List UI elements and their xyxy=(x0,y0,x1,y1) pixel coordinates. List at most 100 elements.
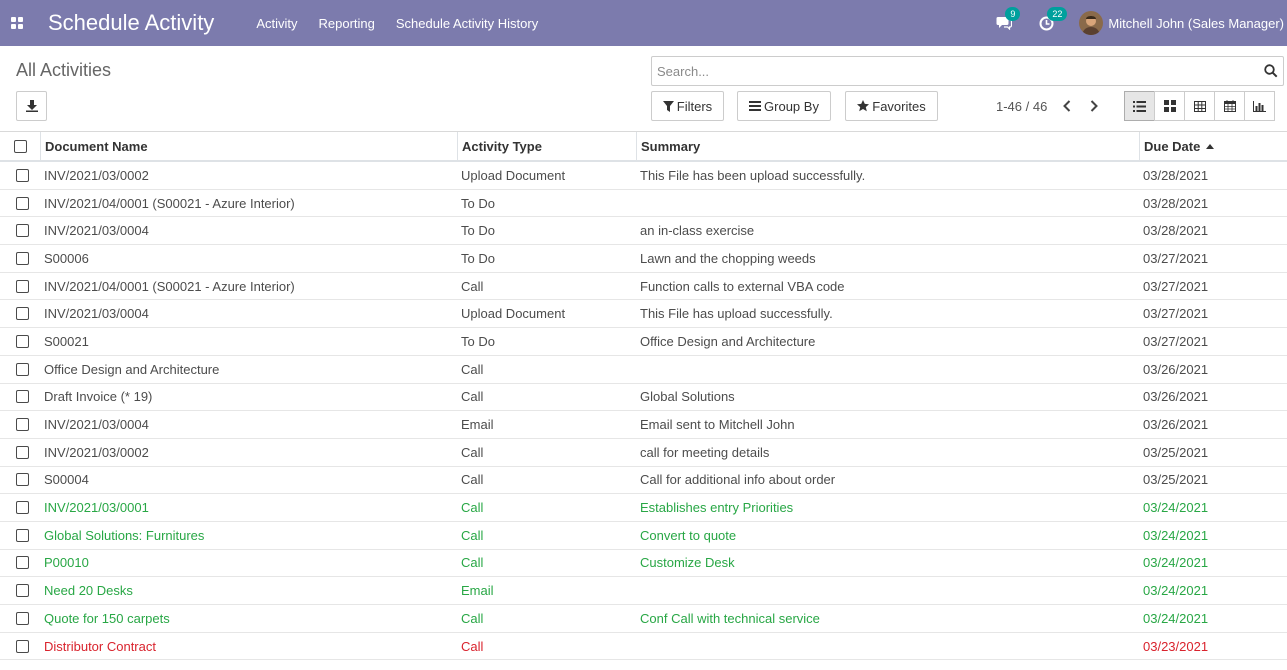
menu-schedule-activity-history[interactable]: Schedule Activity History xyxy=(396,16,538,31)
row-checkbox[interactable] xyxy=(15,251,29,265)
row-checkbox[interactable] xyxy=(15,390,29,404)
row-checkbox[interactable] xyxy=(15,639,29,653)
cell-activity-type: To Do xyxy=(461,333,495,349)
select-all-checkbox[interactable] xyxy=(13,140,27,153)
group-by-icon xyxy=(749,101,762,111)
header-due-date[interactable]: Due Date xyxy=(1139,132,1287,161)
cell-document-name: INV/2021/03/0001 xyxy=(44,500,149,516)
table-row[interactable]: Quote for 150 carpets Call Conf Call with … xyxy=(0,605,1287,633)
cell-summary: Lawn and the chopping weeds xyxy=(640,250,816,266)
table-row[interactable]: Distributor Contract Call 03/23/2021 xyxy=(0,633,1287,661)
row-checkbox[interactable] xyxy=(15,307,29,321)
filters-button[interactable]: Filters xyxy=(651,91,724,121)
row-checkbox[interactable] xyxy=(15,501,29,515)
table-row[interactable]: S00004 Call Call for additional info about… xyxy=(0,467,1287,495)
table-row[interactable]: INV/2021/03/0004 To Do an in-class exercis… xyxy=(0,217,1287,246)
row-checkbox[interactable] xyxy=(15,473,29,487)
cell-due-date: 03/27/2021 xyxy=(1143,250,1209,266)
menu-activity[interactable]: Activity xyxy=(256,16,297,31)
cell-activity-type: Call xyxy=(461,500,484,516)
row-checkbox[interactable] xyxy=(15,196,29,210)
cell-activity-type: Call xyxy=(461,444,484,460)
cell-summary: Function calls to external VBA code xyxy=(640,278,845,294)
table-row[interactable]: INV/2021/03/0004 Upload Document This File… xyxy=(0,300,1287,329)
pivot-view-button[interactable] xyxy=(1184,91,1215,121)
search-input[interactable] xyxy=(652,57,1252,85)
table-header: Document Name Activity Type Summary Due … xyxy=(0,132,1287,162)
cell-document-name: S00021 xyxy=(44,333,89,349)
table-row[interactable]: P00010 Call Customize Desk 03/24/2021 xyxy=(0,550,1287,578)
view-switcher xyxy=(1124,91,1275,121)
table-row[interactable]: Global Solutions: Furnitures Call Convert … xyxy=(0,522,1287,550)
table-row[interactable]: INV/2021/03/0002 Call call for meeting det… xyxy=(0,439,1287,467)
graph-view-button[interactable] xyxy=(1244,91,1275,121)
header-activity-type[interactable]: Activity Type xyxy=(457,132,636,161)
cell-activity-type: Call xyxy=(461,472,484,488)
row-checkbox[interactable] xyxy=(15,445,29,459)
cell-due-date: 03/28/2021 xyxy=(1143,167,1209,183)
search-icon[interactable] xyxy=(1264,64,1278,81)
table-row[interactable]: S00021 To Do Office Design and Architectur… xyxy=(0,328,1287,356)
pager-value[interactable]: 1-46 / 46 xyxy=(996,99,1047,114)
table-row[interactable]: INV/2021/03/0004 Email Email sent to Mitch… xyxy=(0,411,1287,439)
table-row[interactable]: INV/2021/03/0001 Call Establishes entry Pr… xyxy=(0,494,1287,522)
header-summary[interactable]: Summary xyxy=(636,132,1139,161)
top-navbar: Schedule Activity Activity Reporting Sch… xyxy=(0,0,1287,46)
favorites-button[interactable]: Favorites xyxy=(845,91,938,121)
row-checkbox-cell xyxy=(0,224,40,238)
table-row[interactable]: INV/2021/03/0002 Upload Document This File… xyxy=(0,162,1287,190)
cell-due-date: 03/24/2021 xyxy=(1143,555,1209,571)
group-by-button[interactable]: Group By xyxy=(737,91,831,121)
kanban-view-button[interactable] xyxy=(1154,91,1185,121)
cell-activity-type: Call xyxy=(461,361,484,377)
cell-due-date: 03/27/2021 xyxy=(1143,333,1209,349)
cell-document-name: Global Solutions: Furnitures xyxy=(44,527,205,543)
row-checkbox[interactable] xyxy=(15,224,29,238)
cell-summary: Office Design and Architecture xyxy=(640,333,816,349)
cell-activity-type: Call xyxy=(461,389,484,405)
apps-menu-icon[interactable] xyxy=(0,0,34,46)
row-checkbox-cell xyxy=(0,334,40,348)
list-view-button[interactable] xyxy=(1124,91,1155,121)
menu-reporting[interactable]: Reporting xyxy=(318,16,374,31)
messages-count-badge: 9 xyxy=(1005,7,1021,21)
cell-summary: an in-class exercise xyxy=(640,223,755,239)
header-document-name[interactable]: Document Name xyxy=(40,132,457,161)
messages-icon[interactable]: 9 xyxy=(995,7,1021,32)
table-row[interactable]: S00006 To Do Lawn and the chopping weeds 03… xyxy=(0,245,1287,273)
cell-summary: Convert to quote xyxy=(640,527,737,543)
pager-next-icon[interactable] xyxy=(1088,99,1100,113)
activities-clock-icon[interactable]: 22 xyxy=(1037,7,1068,32)
cell-activity-type: Email xyxy=(461,417,494,433)
row-checkbox[interactable] xyxy=(15,362,29,376)
table-body: INV/2021/03/0002 Upload Document This File… xyxy=(0,162,1287,661)
row-checkbox[interactable] xyxy=(15,556,29,570)
user-avatar[interactable] xyxy=(1079,11,1104,35)
cell-due-date: 03/24/2021 xyxy=(1143,500,1209,516)
table-row[interactable]: Office Design and Architecture Call 03/26/… xyxy=(0,356,1287,384)
app-title[interactable]: Schedule Activity xyxy=(48,10,214,36)
kanban-icon xyxy=(1163,100,1176,112)
table-row[interactable]: INV/2021/04/0001 (S00021 - Azure Interio… xyxy=(0,190,1287,218)
calendar-view-button[interactable] xyxy=(1214,91,1245,121)
cell-document-name: Office Design and Architecture xyxy=(44,361,220,377)
pager-previous-icon[interactable] xyxy=(1061,99,1073,113)
row-checkbox[interactable] xyxy=(15,584,29,598)
row-checkbox[interactable] xyxy=(15,279,29,293)
cell-due-date: 03/25/2021 xyxy=(1143,444,1209,460)
user-menu[interactable]: Mitchell John (Sales Manager) xyxy=(1108,16,1284,31)
page-title: All Activities xyxy=(16,60,112,80)
table-row[interactable]: Need 20 Desks Email 03/24/2021 xyxy=(0,577,1287,605)
row-checkbox[interactable] xyxy=(15,168,29,182)
table-row[interactable]: INV/2021/04/0001 (S00021 - Azure Interio… xyxy=(0,273,1287,301)
cell-document-name: INV/2021/04/0001 (S00021 - Azure Interio… xyxy=(44,195,295,211)
row-checkbox[interactable] xyxy=(15,528,29,542)
download-button[interactable] xyxy=(16,91,47,121)
cell-activity-type: Call xyxy=(461,638,484,654)
cell-activity-type: Email xyxy=(461,583,494,599)
row-checkbox[interactable] xyxy=(15,418,29,432)
row-checkbox[interactable] xyxy=(15,334,29,348)
table-row[interactable]: Draft Invoice (* 19) Call Global Solutions… xyxy=(0,384,1287,412)
search-box xyxy=(651,56,1284,86)
row-checkbox[interactable] xyxy=(15,611,29,625)
